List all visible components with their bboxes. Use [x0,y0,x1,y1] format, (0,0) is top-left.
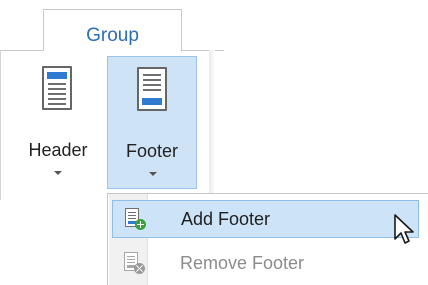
header-document-icon [42,66,72,110]
tab-group[interactable]: Group [43,9,182,51]
menu-item-label: Remove Footer [180,253,305,273]
header-button[interactable]: Header [12,56,104,189]
menu-item-add-footer[interactable]: Add Footer [112,200,419,238]
delete-icon [134,263,145,274]
chevron-down-icon [149,172,157,176]
tab-group-label: Group [86,25,139,46]
footer-dropdown-menu: Add Footer Remove Footer [107,193,428,285]
panel-edge [0,50,1,200]
menu-item-remove-footer[interactable]: Remove Footer [112,245,419,283]
plus-icon [135,219,146,230]
footer-button[interactable]: Footer [107,56,197,189]
footer-button-label: Footer [125,141,179,161]
menu-item-label: Add Footer [181,209,271,229]
header-button-label: Header [28,140,88,160]
ribbon-stage: Group Header Footer Add Footer Remove Fo… [0,0,428,285]
chevron-down-icon [54,171,62,175]
footer-document-icon [137,67,167,111]
panel-shadow [209,50,215,200]
mouse-pointer-icon [394,214,414,244]
